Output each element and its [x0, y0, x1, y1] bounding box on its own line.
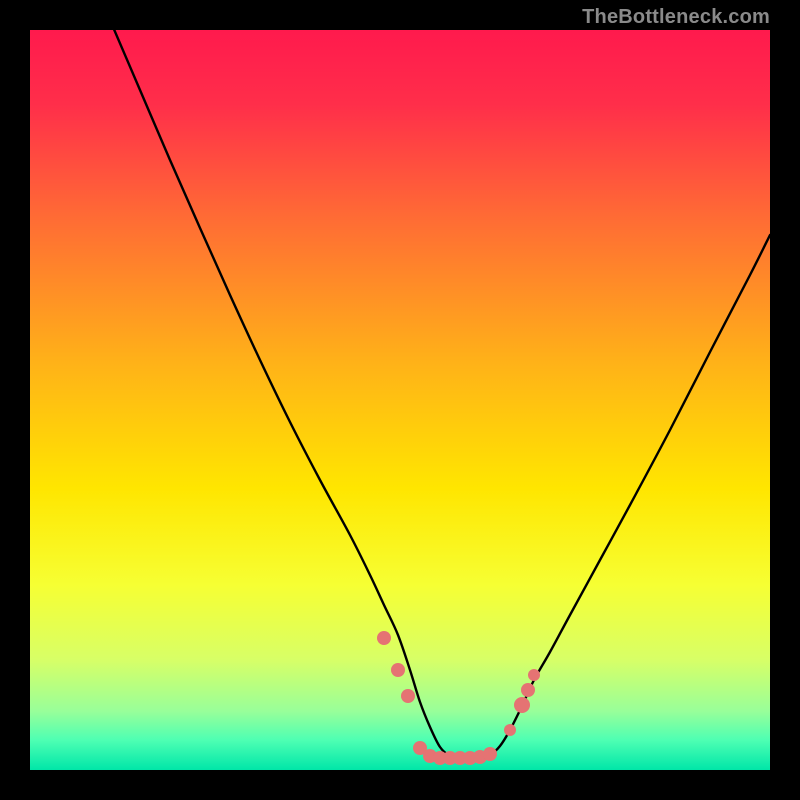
- highlight-dot: [528, 669, 540, 681]
- highlight-dot: [401, 689, 415, 703]
- attribution-text: TheBottleneck.com: [582, 6, 770, 29]
- curve-layer: [30, 30, 770, 770]
- highlight-dot: [483, 747, 497, 761]
- highlight-dot: [514, 697, 530, 713]
- highlight-dot: [504, 724, 516, 736]
- highlight-dot: [391, 663, 405, 677]
- plot-frame: [30, 30, 770, 770]
- highlight-dot: [521, 683, 535, 697]
- highlight-dots-group: [377, 631, 540, 765]
- highlight-dot: [377, 631, 391, 645]
- bottleneck-curve: [110, 30, 770, 758]
